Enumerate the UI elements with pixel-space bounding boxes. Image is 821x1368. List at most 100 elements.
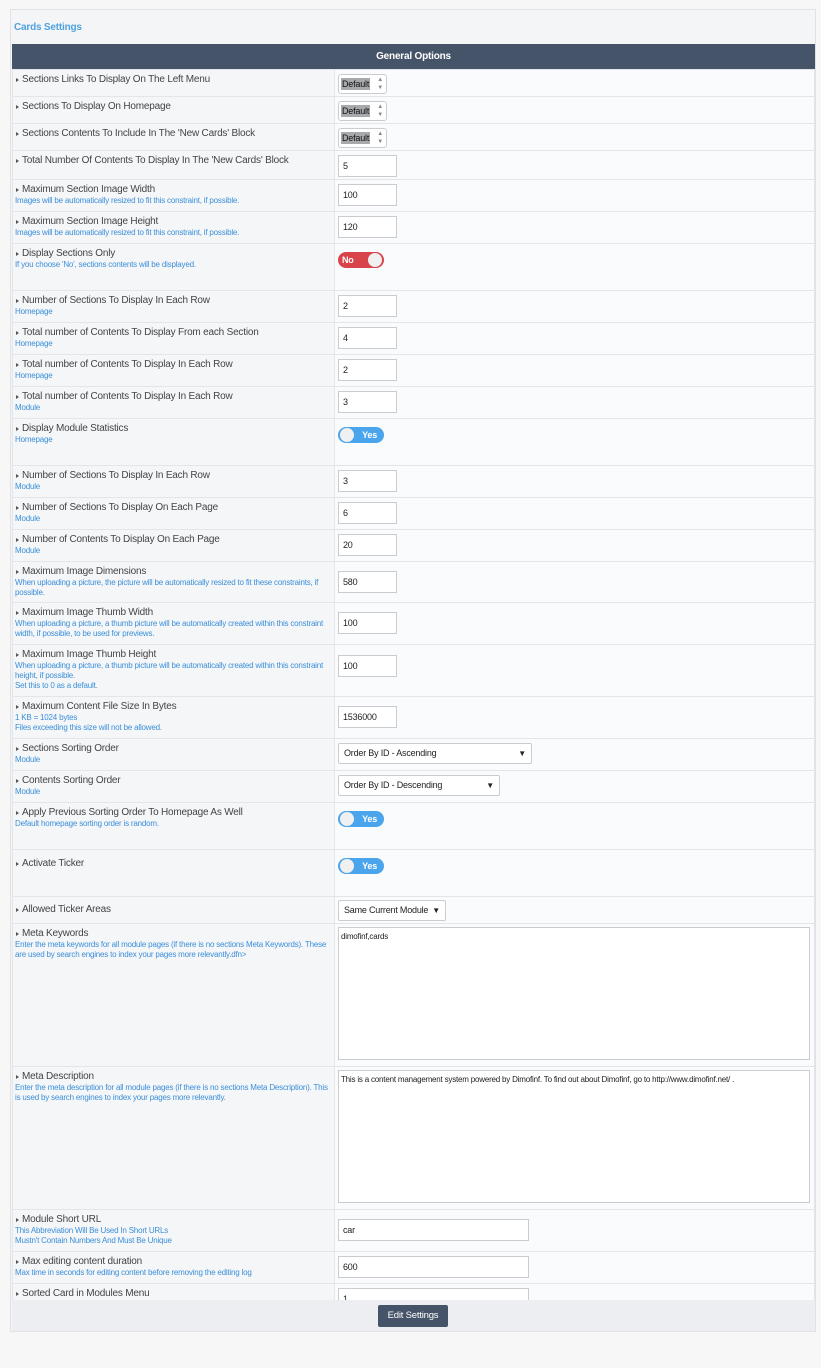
setting-input[interactable]: 1536000 — [338, 706, 397, 728]
setting-description: Homepage — [15, 371, 53, 380]
spinner-arrows-icon[interactable]: ▲ ▼ — [377, 103, 383, 119]
setting-label: Allowed Ticker Areas — [15, 903, 332, 916]
toggle-knob — [340, 812, 354, 826]
setting-label: Maximum Content File Size In Bytes — [15, 700, 332, 713]
settings-row: Module Short URL This Abbreviation Will B… — [12, 1209, 815, 1252]
setting-description: Homepage — [15, 307, 53, 316]
spinner-arrows-icon[interactable]: ▲ ▼ — [377, 76, 383, 92]
settings-row: Total number of Contents To Display In E… — [12, 386, 815, 419]
edit-settings-button[interactable]: Edit Settings — [378, 1305, 448, 1327]
settings-row: Maximum Section Image Height Images will … — [12, 211, 815, 244]
setting-input[interactable]: 6 — [338, 502, 397, 524]
setting-label: Maximum Image Thumb Height — [15, 648, 332, 661]
setting-input[interactable]: 3 — [338, 391, 397, 413]
setting-label: Number of Sections To Display In Each Ro… — [15, 294, 332, 307]
meta-keywords-textarea[interactable]: dimofinf,cards — [338, 927, 810, 1060]
setting-label: Sections Contents To Include In The 'New… — [15, 127, 332, 140]
settings-table: Sections Links To Display On The Left Me… — [12, 69, 815, 1313]
setting-description: Default homepage sorting order is random… — [15, 819, 159, 828]
setting-input[interactable]: 2 — [338, 359, 397, 381]
setting-input[interactable]: 100 — [338, 612, 397, 634]
setting-description: When uploading a picture, a thumb pictur… — [15, 619, 324, 638]
setting-description: If you choose 'No', sections contents wi… — [15, 260, 196, 269]
setting-label: Number of Contents To Display On Each Pa… — [15, 533, 332, 546]
page-title: Cards Settings — [14, 22, 82, 33]
setting-input[interactable]: 4 — [338, 327, 397, 349]
setting-description: Enter the meta description for all modul… — [15, 1083, 328, 1102]
setting-label: Maximum Section Image Height — [15, 215, 332, 228]
setting-select[interactable]: Same Current Module ▼ — [338, 900, 446, 921]
chevron-down-icon[interactable]: ▼ — [518, 744, 526, 763]
setting-input[interactable]: 120 — [338, 216, 397, 238]
setting-description: When uploading a picture, the picture wi… — [15, 578, 319, 597]
setting-label: Display Module Statistics — [15, 422, 332, 435]
setting-description: Module — [15, 482, 41, 491]
setting-label: Contents Sorting Order — [15, 774, 332, 787]
setting-label: Total Number Of Contents To Display In T… — [15, 154, 332, 167]
setting-input[interactable]: 580 — [338, 571, 397, 593]
setting-spinner[interactable]: Default ▲ ▼ — [338, 128, 387, 148]
setting-toggle[interactable]: Yes — [338, 811, 384, 827]
setting-label: Sorted Card in Modules Menu — [15, 1287, 332, 1300]
setting-label: Total number of Contents To Display From… — [15, 326, 332, 339]
setting-label: Total number of Contents To Display In E… — [15, 358, 332, 371]
settings-row: Number of Sections To Display In Each Ro… — [12, 465, 815, 498]
setting-description-note: Mustn't Contain Numbers And Must Be Uniq… — [15, 1236, 172, 1245]
setting-label: Total number of Contents To Display In E… — [15, 390, 332, 403]
setting-input[interactable]: 20 — [338, 534, 397, 556]
setting-description-note: Files exceeding this size will not be al… — [15, 723, 162, 732]
toggle-knob — [340, 859, 354, 873]
settings-row: Total number of Contents To Display In E… — [12, 354, 815, 387]
setting-label: Activate Ticker — [15, 857, 332, 870]
setting-description: Max time in seconds for editing content … — [15, 1268, 252, 1277]
setting-input[interactable]: 600 — [338, 1256, 529, 1278]
setting-toggle[interactable]: No — [338, 252, 384, 268]
setting-input[interactable]: 5 — [338, 155, 397, 177]
settings-row: Apply Previous Sorting Order To Homepage… — [12, 802, 815, 850]
setting-label: Sections Sorting Order — [15, 742, 332, 755]
settings-row: Display Sections Only If you choose 'No',… — [12, 243, 815, 291]
settings-row: Total Number Of Contents To Display In T… — [12, 150, 815, 180]
setting-description: This Abbreviation Will Be Used In Short … — [15, 1226, 169, 1235]
setting-label: Number of Sections To Display In Each Ro… — [15, 469, 332, 482]
settings-row: Maximum Image Dimensions When uploading a… — [12, 561, 815, 603]
setting-label: Max editing content duration — [15, 1255, 332, 1268]
setting-description: Module — [15, 755, 41, 764]
setting-toggle[interactable]: Yes — [338, 427, 384, 443]
settings-row: Sections Links To Display On The Left Me… — [12, 69, 815, 97]
setting-label: Sections Links To Display On The Left Me… — [15, 73, 332, 86]
settings-row: Maximum Image Thumb Height When uploading… — [12, 644, 815, 697]
setting-description: Images will be automatically resized to … — [15, 196, 240, 205]
settings-row: Number of Sections To Display On Each Pa… — [12, 497, 815, 530]
setting-input[interactable]: 2 — [338, 295, 397, 317]
setting-description: When uploading a picture, a thumb pictur… — [15, 661, 324, 680]
chevron-down-icon[interactable]: ▼ — [432, 901, 440, 920]
toggle-knob — [368, 253, 382, 267]
setting-input[interactable]: car — [338, 1219, 529, 1241]
setting-select[interactable]: Order By ID - Ascending ▼ — [338, 743, 532, 764]
spinner-arrows-icon[interactable]: ▲ ▼ — [377, 130, 383, 146]
setting-select[interactable]: Order By ID - Descending ▼ — [338, 775, 500, 796]
settings-row: Allowed Ticker Areas Same Current Module… — [12, 896, 815, 924]
chevron-down-icon[interactable]: ▼ — [486, 776, 494, 795]
setting-label: Maximum Image Dimensions — [15, 565, 332, 578]
settings-row: Meta Keywords Enter the meta keywords for… — [12, 923, 815, 1067]
setting-label: Sections To Display On Homepage — [15, 100, 332, 113]
settings-row: Sections Contents To Include In The 'New… — [12, 123, 815, 151]
setting-input[interactable]: 100 — [338, 655, 397, 677]
settings-row: Max editing content duration Max time in … — [12, 1251, 815, 1284]
setting-input[interactable]: 100 — [338, 184, 397, 206]
setting-label: Maximum Section Image Width — [15, 183, 332, 196]
setting-description: Module — [15, 403, 41, 412]
settings-panel: Cards Settings General Options Sections … — [10, 9, 816, 1332]
setting-input[interactable]: 3 — [338, 470, 397, 492]
setting-toggle[interactable]: Yes — [338, 858, 384, 874]
meta-description-textarea[interactable]: This is a content management system powe… — [338, 1070, 810, 1203]
setting-label: Meta Keywords — [15, 927, 332, 940]
setting-spinner[interactable]: Default ▲ ▼ — [338, 74, 387, 94]
setting-spinner[interactable]: Default ▲ ▼ — [338, 101, 387, 121]
settings-row: Total number of Contents To Display From… — [12, 322, 815, 355]
setting-description: Module — [15, 514, 41, 523]
settings-row: Sections To Display On Homepage Default ▲… — [12, 96, 815, 124]
setting-label: Meta Description — [15, 1070, 332, 1083]
